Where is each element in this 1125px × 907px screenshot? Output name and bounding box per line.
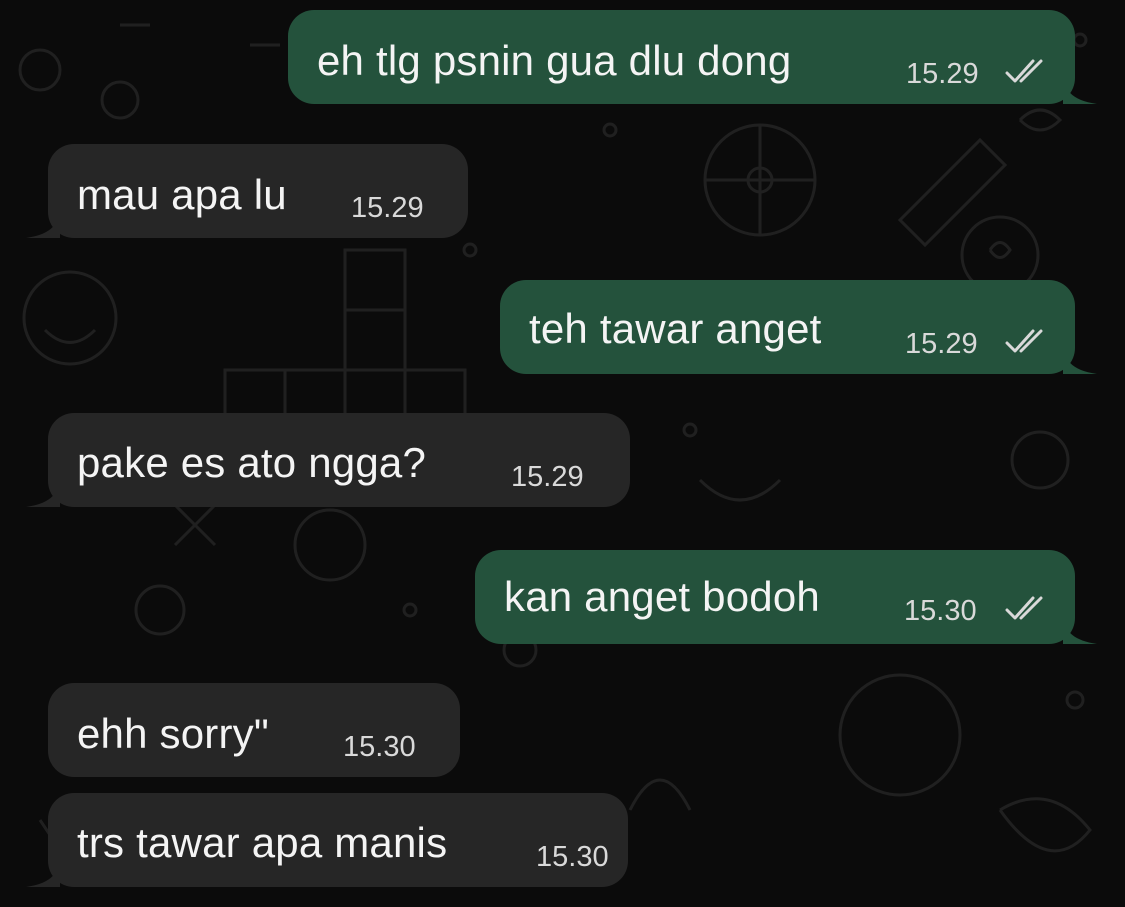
message-text: trs tawar apa manis <box>77 819 448 866</box>
message-text: ehh sorry" <box>77 710 269 757</box>
read-double-check-icon <box>1005 596 1043 620</box>
bubble-tail-icon <box>26 473 60 507</box>
bubble-tail-icon <box>26 853 60 887</box>
message-text: teh tawar anget <box>529 305 822 352</box>
outgoing-message-bubble[interactable]: kan anget bodoh 15.30 <box>475 550 1097 644</box>
message-text: pake es ato ngga? <box>77 439 427 486</box>
message-timestamp: 15.29 <box>351 192 424 224</box>
bubble-tail-icon <box>26 204 60 238</box>
incoming-message-bubble[interactable]: mau apa lu 15.29 <box>26 144 468 238</box>
message-text: kan anget bodoh <box>504 573 820 620</box>
bubble-tail-icon <box>1063 340 1097 374</box>
incoming-message-bubble[interactable]: trs tawar apa manis 15.30 <box>26 793 628 887</box>
message-timestamp: 15.29 <box>906 58 979 90</box>
message-timestamp: 15.30 <box>536 841 609 873</box>
bubble-tail-icon <box>1063 610 1097 644</box>
read-double-check-icon <box>1005 59 1043 83</box>
message-text: mau apa lu <box>77 171 287 218</box>
outgoing-message-bubble[interactable]: eh tlg psnin gua dlu dong 15.29 <box>288 10 1097 104</box>
message-timestamp: 15.29 <box>905 328 978 360</box>
message-timestamp: 15.30 <box>904 595 977 627</box>
incoming-message-bubble[interactable]: ehh sorry" 15.30 <box>48 683 460 777</box>
message-timestamp: 15.29 <box>511 461 584 493</box>
bubble-tail-icon <box>1063 70 1097 104</box>
incoming-message-bubble[interactable]: pake es ato ngga? 15.29 <box>26 413 630 507</box>
chat-thread[interactable]: eh tlg psnin gua dlu dong 15.29 mau apa … <box>0 0 1125 907</box>
read-double-check-icon <box>1005 329 1043 353</box>
message-timestamp: 15.30 <box>343 731 416 763</box>
outgoing-message-bubble[interactable]: teh tawar anget 15.29 <box>500 280 1097 374</box>
message-text: eh tlg psnin gua dlu dong <box>317 37 792 84</box>
